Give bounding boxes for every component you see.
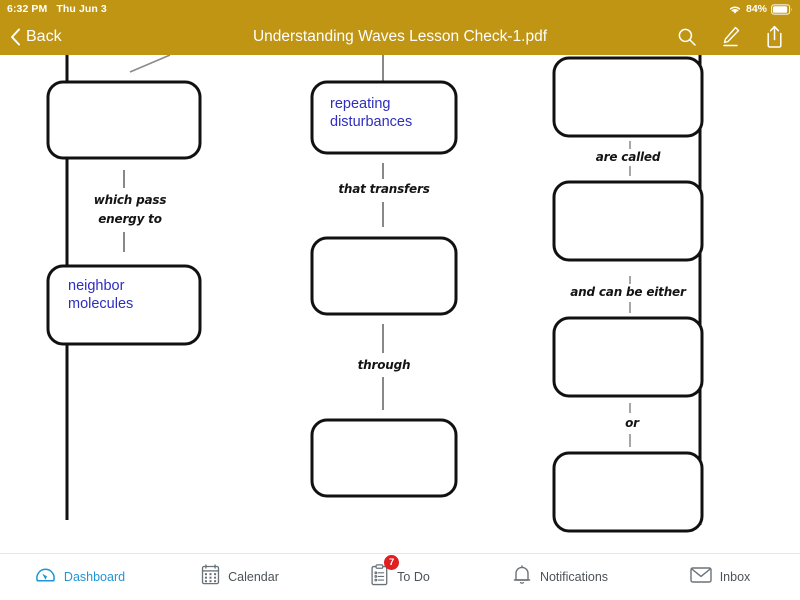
node-label-M1: repeating disturbances — [330, 96, 413, 130]
back-button-label: Back — [26, 27, 62, 45]
navbar-actions — [677, 25, 800, 48]
edge-label-through: through — [357, 358, 411, 372]
node-box-R4 — [552, 451, 704, 533]
status-time: 6:32 PM — [7, 3, 48, 15]
tab-label-todo: To Do — [397, 570, 430, 584]
battery-percent-label: 84% — [745, 3, 767, 15]
edge-label-are-called: are called — [595, 150, 661, 164]
tab-label-calendar: Calendar — [228, 570, 279, 584]
todo-badge-count: 7 — [384, 554, 400, 570]
node-box-R1 — [552, 56, 704, 138]
tab-inbox[interactable]: Inbox — [640, 554, 800, 600]
battery-icon — [771, 3, 792, 15]
bottom-tab-bar: Dashboard Calendar 7 To Do Notifications… — [0, 553, 800, 600]
pdf-page-canvas[interactable]: neighbor molecules repeating disturbance… — [0, 55, 800, 553]
edge-label-which-pass-energy-to: which pass energy to — [93, 193, 167, 226]
node-label-L2: neighbor molecules — [68, 278, 134, 312]
status-right-cluster: 84% — [728, 3, 793, 15]
edge-label-that-transfers: that transfers — [338, 182, 430, 196]
tab-label-notifications: Notifications — [539, 570, 609, 584]
dashboard-gauge-icon — [35, 564, 56, 590]
stray-diagonal-line — [129, 55, 171, 73]
todo-clipboard-icon: 7 — [370, 554, 400, 591]
annotate-pen-icon[interactable] — [721, 26, 741, 48]
back-button[interactable]: Back — [0, 28, 62, 46]
app-root: 6:32 PM Thu Jun 3 84% Back Understanding… — [0, 0, 800, 600]
tab-dashboard[interactable]: Dashboard — [0, 554, 160, 600]
calendar-icon — [201, 564, 220, 590]
node-box-R3 — [552, 316, 704, 398]
tab-calendar[interactable]: Calendar — [160, 554, 320, 600]
edge-label-and-can-be-either: and can be either — [570, 285, 686, 299]
tab-label-inbox: Inbox — [719, 570, 751, 584]
envelope-icon — [690, 566, 712, 589]
ios-status-bar: 6:32 PM Thu Jun 3 84% — [0, 0, 800, 18]
tab-todo[interactable]: 7 To Do — [320, 554, 480, 600]
edge-label-or: or — [625, 416, 639, 430]
status-date: Thu Jun 3 — [56, 3, 107, 15]
node-box-R2 — [552, 180, 704, 262]
wifi-icon — [729, 6, 741, 14]
node-box-M3 — [310, 418, 458, 498]
share-icon[interactable] — [765, 25, 784, 48]
pdf-viewer-navbar: Back Understanding Waves Lesson Check-1.… — [0, 18, 800, 55]
tab-label-dashboard: Dashboard — [63, 570, 126, 584]
node-box-L1 — [46, 80, 202, 160]
node-box-M2 — [310, 236, 458, 316]
tab-notifications[interactable]: Notifications — [480, 554, 640, 600]
bell-icon — [512, 564, 532, 591]
chevron-left-icon — [11, 28, 20, 45]
search-icon[interactable] — [677, 27, 697, 47]
